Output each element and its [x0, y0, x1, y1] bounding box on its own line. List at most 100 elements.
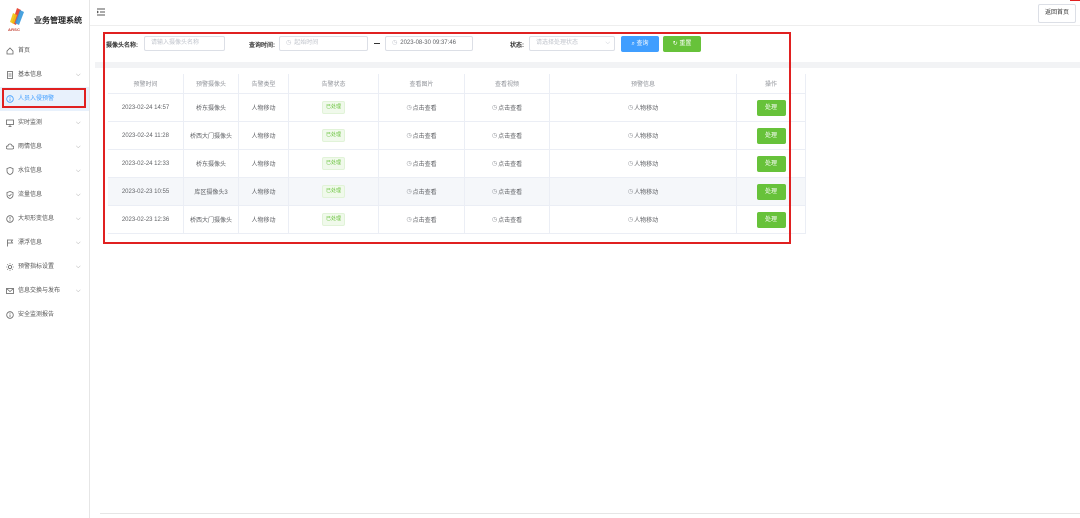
sidebar-item-label: 基本信息 [18, 72, 43, 78]
column-header: 预警时间 [108, 74, 184, 93]
clock-icon: ◷ [627, 133, 634, 139]
handle-button[interactable]: 处理 [756, 211, 786, 228]
view-link[interactable]: 点击查看 [413, 187, 437, 196]
cell-time: 2023-02-24 12:33 [108, 150, 184, 177]
cell-action: 处理 [737, 206, 806, 233]
view-link[interactable]: 点击查看 [413, 215, 437, 224]
cell-type: 人物移动 [239, 94, 289, 121]
cell-video: ◷ 点击查看 [465, 122, 550, 149]
camera-name-input[interactable]: 请输入摄像头名称 [144, 36, 225, 51]
clock-icon: ◷ [627, 161, 634, 167]
handle-button[interactable]: 处理 [756, 155, 786, 172]
handle-button[interactable]: 处理 [756, 99, 786, 116]
cell-camera: 桥东摄像头 [184, 94, 239, 121]
clock-icon: ◷ [491, 217, 498, 223]
cell-action: 处理 [737, 94, 806, 121]
sidebar-item-1[interactable]: 基本信息 ⌵ [0, 63, 89, 87]
cell-type: 人物移动 [239, 122, 289, 149]
column-header: 告警类型 [239, 74, 289, 93]
cell-image: ◷ 点击查看 [379, 206, 465, 233]
clock-icon: ◷ [491, 189, 498, 195]
sidebar-item-5[interactable]: 水位信息 ⌵ [0, 159, 89, 183]
sidebar-item-8[interactable]: 漂浮信息 ⌵ [0, 231, 89, 255]
sidebar-item-11[interactable]: 安全监测报告 [0, 303, 89, 327]
cell-time: 2023-02-23 12:36 [108, 206, 184, 233]
chevron-down-icon: ⌵ [605, 40, 610, 46]
refresh-icon: ↻ [672, 41, 678, 47]
cell-action: 处理 [737, 178, 806, 205]
sidebar-item-6[interactable]: 流量信息 ⌵ [0, 183, 89, 207]
cell-video: ◷ 点击查看 [465, 150, 550, 177]
status-label: 状态: [510, 43, 524, 49]
app-title: 业务管理系统 [34, 16, 82, 25]
cloud-icon [6, 143, 14, 150]
table-row: 2023-02-24 12:33 桥东摄像头 人物移动 已处理 ◷ 点击查看 ◷ 点击查看 ◷ 人… [108, 150, 806, 178]
cell-image: ◷ 点击查看 [379, 94, 465, 121]
clock-icon: ◷ [406, 105, 412, 111]
handle-button[interactable]: 处理 [756, 127, 786, 144]
cell-info: ◷ 人物移动 [550, 94, 737, 121]
chevron-down-icon: ⌵ [76, 168, 81, 174]
sidebar-item-label: 漂浮信息 [18, 240, 43, 246]
collapse-menu-icon[interactable] [97, 8, 105, 16]
sidebar-item-label: 水位信息 [18, 168, 43, 174]
cell-status: 已处理 [289, 178, 379, 205]
cell-info: ◷ 人物移动 [550, 122, 737, 149]
sidebar-item-label: 信息交换与发布 [18, 288, 61, 294]
cell-time: 2023-02-23 10:55 [108, 178, 184, 205]
view-link[interactable]: 点击查看 [498, 103, 522, 112]
sidebar-item-label: 首页 [18, 48, 31, 54]
clock-icon: ◷ [286, 40, 292, 46]
sidebar-item-0[interactable]: 首页 [0, 39, 89, 63]
chevron-down-icon: ⌵ [76, 120, 81, 126]
alert-info-text: 人物移动 [634, 134, 659, 140]
reset-button-label: 重置 [679, 41, 692, 47]
sidebar: ARSC 业务管理系统 首页 基本信息 ⌵ 人员入侵预警 实时监测 ⌵ 雨情信息 ⌵ 水位信息 ⌵… [0, 0, 90, 518]
cell-status: 已处理 [289, 206, 379, 233]
table-header: 预警时间 预警摄像头 告警类型 告警状态 查看图片 查看视频 预警信息 操作 [108, 74, 806, 94]
view-link[interactable]: 点击查看 [498, 159, 522, 168]
sidebar-item-10[interactable]: 信息交换与发布 ⌵ [0, 279, 89, 303]
clock-icon: ◷ [627, 105, 634, 111]
alert-info-text: 人物移动 [634, 106, 659, 112]
start-time-input[interactable]: ◷ 起始时间 [279, 36, 368, 51]
sidebar-item-9[interactable]: 预警指标设置 ⌵ [0, 255, 89, 279]
view-link[interactable]: 点击查看 [498, 187, 522, 196]
alert-info-text: 人物移动 [634, 190, 659, 196]
cell-type: 人物移动 [239, 150, 289, 177]
clock-icon: ◷ [491, 133, 498, 139]
document-icon [7, 71, 13, 79]
end-time-input[interactable]: ◷ 2023-08-30 09:37:46 [385, 36, 473, 51]
info-circle-icon [6, 311, 14, 319]
view-link[interactable]: 点击查看 [498, 215, 522, 224]
cell-video: ◷ 点击查看 [465, 94, 550, 121]
status-badge: 已处理 [321, 213, 345, 226]
column-header: 预警信息 [550, 74, 737, 93]
divider-bar [95, 62, 1080, 68]
back-home-button[interactable]: 返回首页 [1038, 4, 1076, 23]
sidebar-menu: 首页 基本信息 ⌵ 人员入侵预警 实时监测 ⌵ 雨情信息 ⌵ 水位信息 ⌵ 流量信息 ⌵ 大坝形变信息 ⌵… [0, 39, 89, 327]
view-link[interactable]: 点击查看 [413, 159, 437, 168]
cell-video: ◷ 点击查看 [465, 178, 550, 205]
column-header: 操作 [737, 74, 806, 93]
sidebar-item-4[interactable]: 雨情信息 ⌵ [0, 135, 89, 159]
column-header: 预警摄像头 [184, 74, 239, 93]
sidebar-item-3[interactable]: 实时监测 ⌵ [0, 111, 89, 135]
chevron-down-icon: ⌵ [76, 192, 81, 198]
status-select[interactable]: 请选择处理状态 ⌵ [529, 36, 615, 51]
cell-status: 已处理 [289, 94, 379, 121]
status-placeholder: 请选择处理状态 [536, 40, 579, 46]
sidebar-item-2[interactable]: 人员入侵预警 [0, 87, 89, 111]
search-button[interactable]: ⌕ 查询 [621, 36, 659, 52]
alert-info-text: 人物移动 [634, 218, 659, 224]
view-link[interactable]: 点击查看 [413, 131, 437, 140]
cell-image: ◷ 点击查看 [379, 122, 465, 149]
view-link[interactable]: 点击查看 [413, 103, 437, 112]
status-badge: 已处理 [321, 129, 345, 142]
handle-button[interactable]: 处理 [756, 183, 786, 200]
view-link[interactable]: 点击查看 [498, 131, 522, 140]
cell-status: 已处理 [289, 122, 379, 149]
reset-button[interactable]: ↻ 重置 [663, 36, 701, 52]
start-time-placeholder: 起始时间 [294, 40, 319, 46]
sidebar-item-7[interactable]: 大坝形变信息 ⌵ [0, 207, 89, 231]
